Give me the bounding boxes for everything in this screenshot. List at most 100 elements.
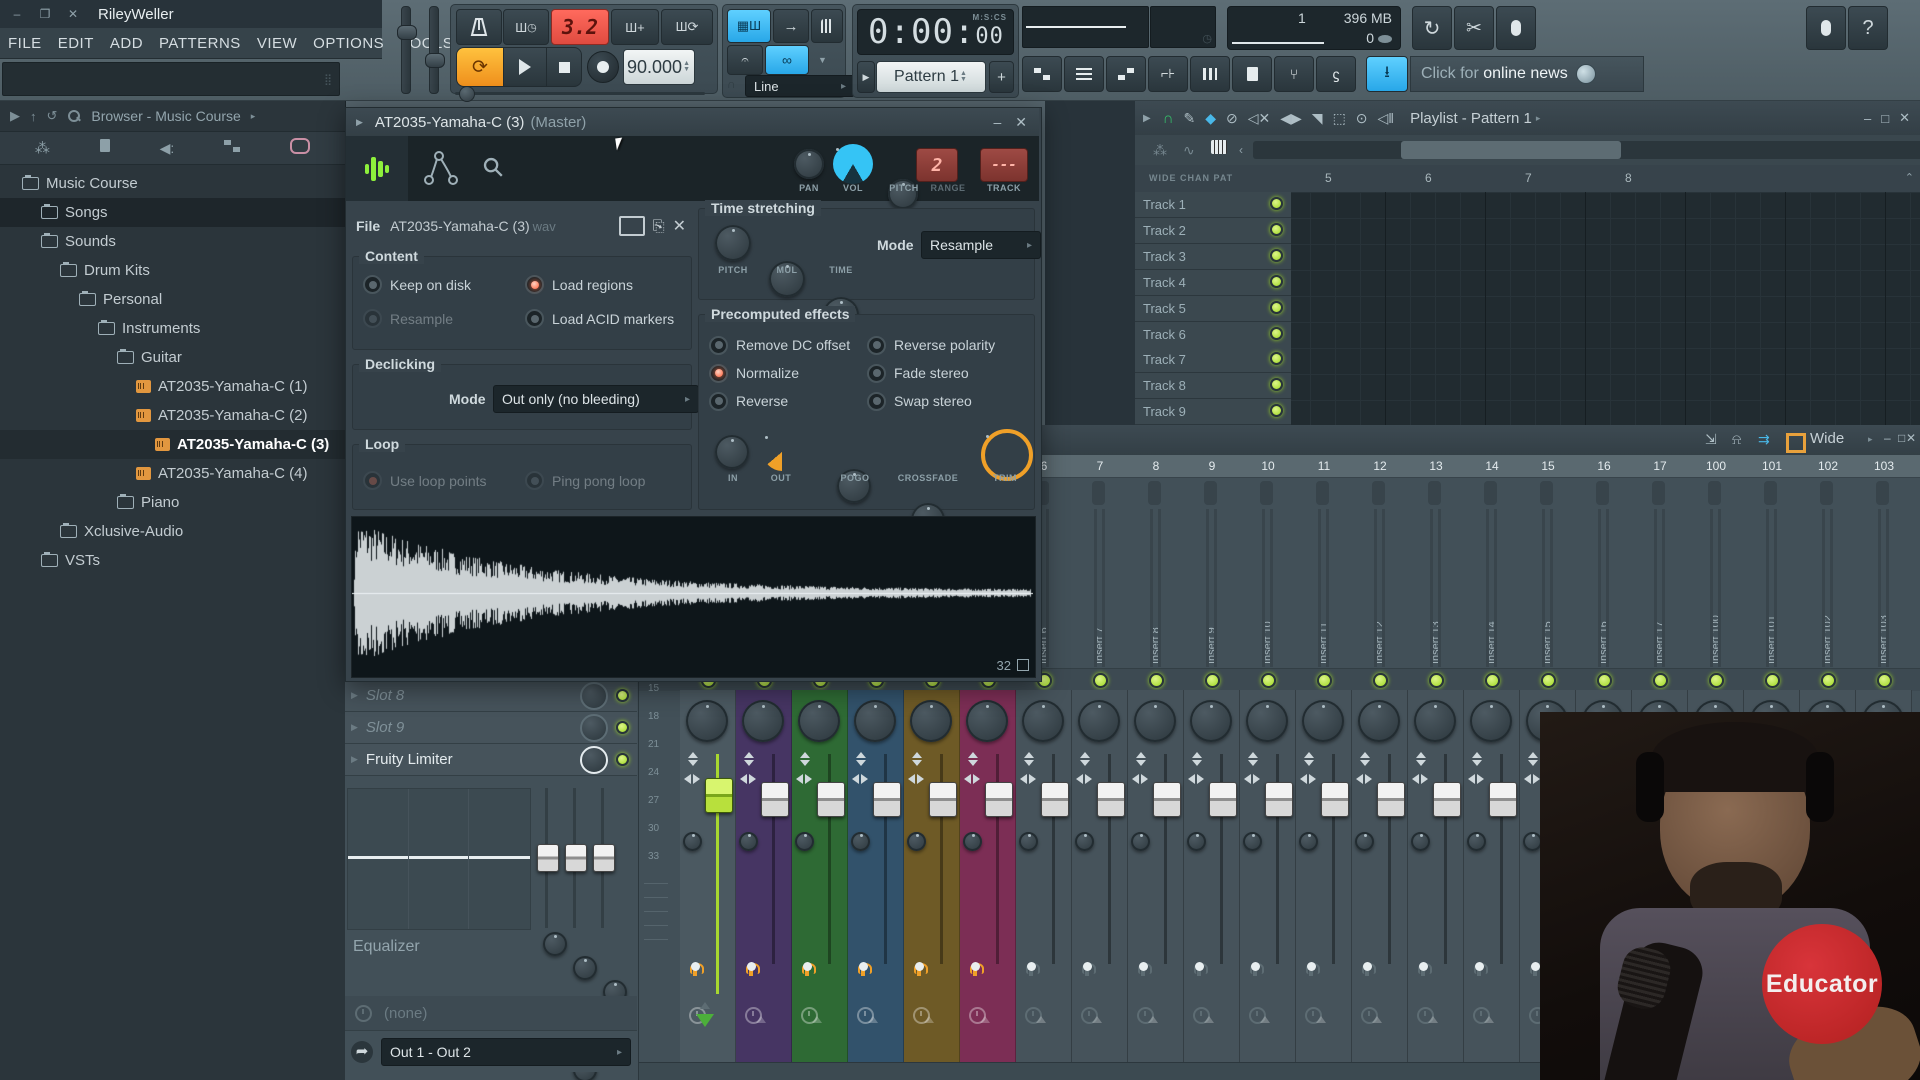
mixer-strip-0[interactable] (680, 690, 736, 1062)
tree-item-at2035-yamaha-c-3-[interactable]: AT2035-Yamaha-C (3) (0, 430, 345, 459)
help-button[interactable]: ? (1848, 6, 1888, 50)
tab-envelope[interactable] (424, 150, 458, 191)
rack-slot-slot-8[interactable]: ▶Slot 8 (345, 680, 637, 712)
tab-chat-icon[interactable] (290, 138, 310, 159)
strip-fader[interactable] (1209, 782, 1237, 817)
playlist-titlebar[interactable]: ▶ ∩ ✎ ◆ ⊘ ◁✕ ◀▶ ◥ ⬚ ⊙ ◁‖ Playlist - Patt… (1135, 101, 1920, 136)
mixer-number-101[interactable]: 101 (1744, 455, 1800, 477)
left-right-icon[interactable] (1468, 774, 1475, 784)
minimize-icon[interactable]: – (1884, 431, 1891, 445)
playlist-track-2[interactable]: Track 2 (1135, 218, 1291, 244)
insert-led[interactable] (1709, 673, 1724, 688)
insert-led[interactable] (1429, 673, 1444, 688)
eq-knob-grid[interactable] (525, 932, 635, 994)
close-icon[interactable]: ✕ (1899, 110, 1910, 126)
menu-item-edit[interactable]: EDIT (50, 35, 102, 52)
updown-icon[interactable] (800, 752, 812, 766)
select-dot[interactable] (1195, 962, 1204, 971)
back-icon[interactable]: ↺ (47, 108, 58, 124)
strip-fader[interactable] (985, 782, 1013, 817)
mixer-number-10[interactable]: 10 (1240, 455, 1296, 477)
mixer-number-14[interactable]: 14 (1464, 455, 1520, 477)
strip-sep-knob[interactable] (683, 832, 702, 851)
route-icon[interactable]: ➦ (351, 1041, 373, 1063)
update-download-button[interactable]: ⭳ (1366, 56, 1408, 92)
route-icon[interactable] (1316, 1016, 1326, 1023)
minimize-window-icon[interactable]: – (6, 5, 28, 23)
time-offset-row[interactable]: (none) (345, 996, 637, 1031)
tree-item-guitar[interactable]: Guitar (0, 343, 345, 372)
tree-item-at2035-yamaha-c-1-[interactable]: AT2035-Yamaha-C (1) (0, 372, 345, 401)
restore-window-icon[interactable]: ❐ (34, 5, 56, 23)
mixer-strip-4[interactable] (904, 690, 960, 1062)
playlist-track-5[interactable]: Track 5 (1135, 296, 1291, 322)
eq-slider-handle[interactable] (593, 844, 615, 872)
load-acid-radio[interactable]: Load ACID markers (525, 309, 674, 328)
strip-fader[interactable] (1489, 782, 1517, 817)
playlist-track-1[interactable]: Track 1 (1135, 192, 1291, 218)
strip-pan-knob[interactable] (686, 700, 728, 742)
updown-icon[interactable] (1136, 752, 1148, 766)
insert-led[interactable] (1765, 673, 1780, 688)
mixer-strip-5[interactable] (960, 690, 1016, 1062)
touch-controller-button[interactable]: ϛ (1316, 56, 1356, 92)
strip-sep-knob[interactable] (1467, 832, 1486, 851)
strip-fader[interactable] (817, 782, 845, 817)
select-dot[interactable] (915, 962, 924, 971)
updown-icon[interactable] (1528, 752, 1540, 766)
mixer-number-16[interactable]: 16 (1576, 455, 1632, 477)
strip-fader[interactable] (1321, 782, 1349, 817)
left-right-icon[interactable] (796, 774, 803, 784)
updown-icon[interactable] (968, 752, 980, 766)
pan-knob[interactable] (794, 149, 824, 179)
declicking-mode-selector[interactable]: Out only (no bleeding)▸ (493, 385, 699, 413)
mixer-number-100[interactable]: 100 (1688, 455, 1744, 477)
strip-sep-knob[interactable] (1075, 832, 1094, 851)
strip-fader[interactable] (1041, 782, 1069, 817)
playlist-timeline[interactable]: WIDE CHAN PAT 5678 ⌃ (1135, 165, 1920, 193)
sync-button[interactable]: ↻ (1412, 6, 1452, 50)
detect-tempo-icon[interactable]: ⎘ (653, 218, 665, 235)
insert-led[interactable] (1149, 673, 1164, 688)
tree-item-drum-kits[interactable]: Drum Kits (0, 256, 345, 285)
insert-led[interactable] (1541, 673, 1556, 688)
output-selector[interactable]: Out 1 - Out 2▸ (381, 1038, 631, 1066)
insert-led[interactable] (1261, 673, 1276, 688)
menu-item-options[interactable]: OPTIONS (305, 35, 392, 52)
strip-sep-knob[interactable] (1411, 832, 1430, 851)
paint-tool-icon[interactable]: ◆ (1205, 110, 1216, 127)
eq-knob[interactable] (543, 932, 567, 956)
channel-rack-toggle-button[interactable] (1064, 56, 1104, 92)
mixer-number-7[interactable]: 7 (1072, 455, 1128, 477)
left-right-icon[interactable] (1188, 774, 1195, 784)
select-dot[interactable] (1307, 962, 1316, 971)
menu-item-patterns[interactable]: PATTERNS (151, 35, 249, 52)
close-icon[interactable]: ✕ (1015, 114, 1027, 131)
strip-sep-knob[interactable] (1299, 832, 1318, 851)
select-dot[interactable] (1139, 962, 1148, 971)
options-arrow-icon[interactable]: ▶ (1143, 113, 1151, 124)
main-pitch-slider[interactable] (429, 6, 439, 94)
strip-sep-knob[interactable] (739, 832, 758, 851)
route-icon[interactable] (756, 1016, 766, 1023)
stretch-pitch-knob[interactable] (715, 225, 751, 261)
strip-pan-knob[interactable] (1470, 700, 1512, 742)
mixer-number-9[interactable]: 9 (1184, 455, 1240, 477)
tree-item-sounds[interactable]: Sounds (0, 227, 345, 256)
news-banner[interactable]: Click for online news (1410, 56, 1644, 92)
mixer-strip-11[interactable] (1296, 690, 1352, 1062)
track-led[interactable] (1270, 223, 1283, 236)
track-led[interactable] (1270, 352, 1283, 365)
mixer-strip-1[interactable] (736, 690, 792, 1062)
insert-led[interactable] (1317, 673, 1332, 688)
insert-led[interactable] (1485, 673, 1500, 688)
strip-fader[interactable] (1153, 782, 1181, 817)
strip-pan-knob[interactable] (1190, 700, 1232, 742)
tree-item-songs[interactable]: Songs (0, 198, 345, 227)
insert-led[interactable] (1821, 673, 1836, 688)
tree-item-music-course[interactable]: Music Course (0, 169, 345, 198)
strip-pan-knob[interactable] (1414, 700, 1456, 742)
auto-tab-icon[interactable]: ∿ (1183, 142, 1195, 159)
fx-in-knob[interactable] (715, 435, 749, 469)
insert-led[interactable] (1653, 673, 1668, 688)
